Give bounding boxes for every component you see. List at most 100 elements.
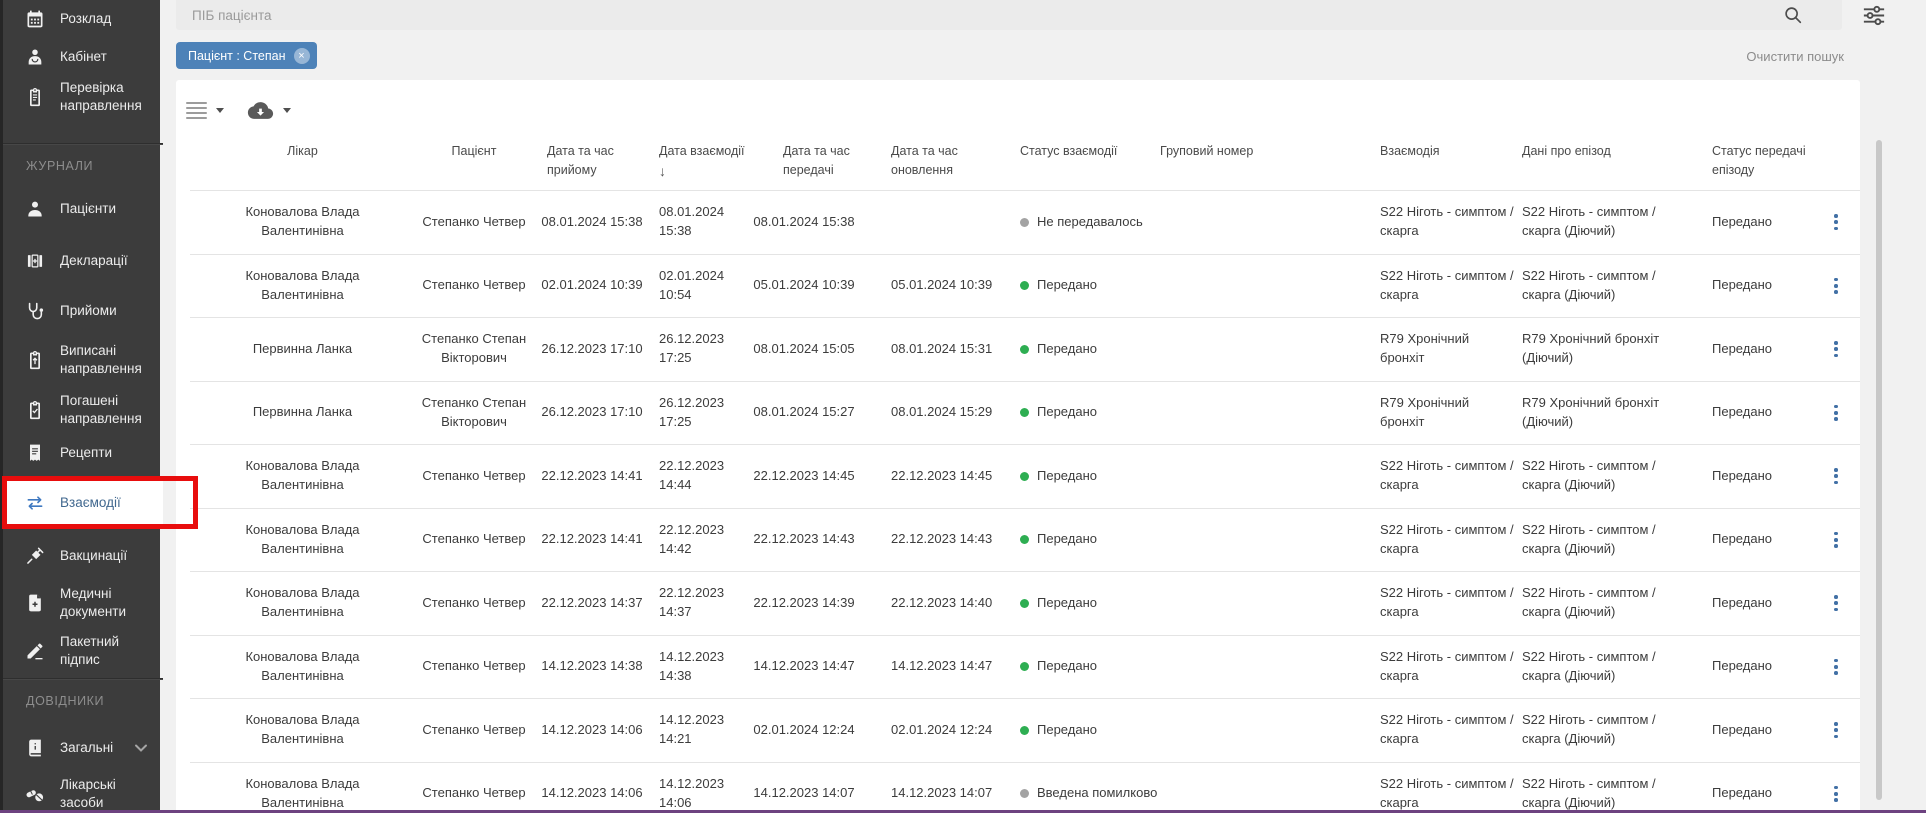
sidebar-item-referral-check[interactable]: Перевірка направлення <box>3 78 163 116</box>
sidebar-item-batch-signature[interactable]: Пакетний підпис <box>3 638 163 664</box>
cell-interaction: R79 Хронічний бронхіт <box>1380 394 1522 432</box>
column-header-episode-data[interactable]: Дані про епізод <box>1522 138 1712 183</box>
sidebar-item-declarations[interactable]: Декларації <box>3 248 163 274</box>
column-header-appointment-datetime[interactable]: Дата та час прийому <box>533 138 651 183</box>
row-menu-button[interactable] <box>1830 655 1842 679</box>
cell-interaction-status: Введена помилково <box>1010 784 1160 803</box>
column-header-episode-status[interactable]: Статус передачі епізоду <box>1712 138 1812 183</box>
cell-doctor: Первинна Ланка <box>190 340 415 359</box>
sidebar-item-appointments[interactable]: Прийоми <box>3 298 163 324</box>
sidebar-item-redeemed-referrals[interactable]: Погашені направлення <box>3 391 163 429</box>
sidebar-divider <box>3 678 163 679</box>
status-dot <box>1020 345 1029 354</box>
row-menu-button[interactable] <box>1830 337 1842 361</box>
sidebar-item-cabinet[interactable]: Кабінет <box>3 44 163 70</box>
column-header-update-datetime[interactable]: Дата та час оновлення <box>865 138 1010 183</box>
status-dot <box>1020 726 1029 735</box>
sidebar-item-issued-referrals[interactable]: Виписані направлення <box>3 341 163 379</box>
sidebar-item-schedule[interactable]: Розклад <box>3 6 163 32</box>
row-menu-button[interactable] <box>1830 718 1842 742</box>
sidebar-item-medicines[interactable]: Лікарські засоби <box>3 781 163 807</box>
table-row[interactable]: Коновалова Влада Валентинівна Степанко Ч… <box>190 508 1860 572</box>
status-label: Передано <box>1037 403 1097 422</box>
cell-transfer-datetime: 08.01.2024 15:27 <box>743 403 865 422</box>
sidebar-item-medical-documents[interactable]: Медичні документи <box>3 584 163 622</box>
column-header-interaction-status[interactable]: Статус взаємодії <box>1010 138 1160 183</box>
cell-update-datetime: 22.12.2023 14:40 <box>865 594 1010 613</box>
chip-close-icon[interactable]: × <box>294 48 310 64</box>
status-label: Передано <box>1037 340 1097 359</box>
row-menu-button[interactable] <box>1830 274 1842 298</box>
sidebar-item-interactions[interactable]: Взаємодії <box>3 480 163 526</box>
sidebar-item-label: Рецепти <box>60 444 156 462</box>
column-header-interaction-date[interactable]: Дата взаємодії ↓ <box>651 138 743 183</box>
cell-doctor: Коновалова Влада Валентинівна <box>190 457 415 495</box>
table-row[interactable]: Коновалова Влада Валентинівна Степанко Ч… <box>190 571 1860 635</box>
filter-chip-patient[interactable]: Пацієнт : Степан × <box>176 42 317 69</box>
cell-transfer-datetime: 14.12.2023 14:07 <box>743 784 865 803</box>
sidebar-divider <box>3 143 163 144</box>
cell-episode-data: S22 Ніготь - симптом / скарга (Діючий) <box>1522 267 1712 305</box>
search-input[interactable] <box>190 7 1782 24</box>
cell-episode-data: R79 Хронічний бронхіт (Діючий) <box>1522 394 1712 432</box>
row-menu-button[interactable] <box>1830 528 1842 552</box>
sort-descending-icon[interactable]: ↓ <box>659 163 666 179</box>
export-caret-icon[interactable] <box>283 108 291 113</box>
row-menu-button[interactable] <box>1830 401 1842 425</box>
filter-sliders-icon[interactable] <box>1860 2 1888 29</box>
column-header-transfer-datetime[interactable]: Дата та час передачі <box>743 138 865 183</box>
row-menu-button[interactable] <box>1830 210 1842 234</box>
clear-search-link[interactable]: Очистити пошук <box>1746 49 1844 64</box>
column-header-group-number[interactable]: Груповий номер <box>1160 138 1380 183</box>
row-density-icon[interactable] <box>186 102 207 120</box>
export-download-icon[interactable] <box>247 100 274 121</box>
cell-update-datetime: 05.01.2024 10:39 <box>865 276 1010 295</box>
chevron-down-icon[interactable] <box>131 738 151 758</box>
cell-episode-status: Передано <box>1712 657 1812 676</box>
table-row[interactable]: Коновалова Влада Валентинівна Степанко Ч… <box>190 635 1860 699</box>
column-header-doctor[interactable]: Лікар <box>190 138 415 183</box>
table-row[interactable]: Коновалова Влада Валентинівна Степанко Ч… <box>190 254 1860 318</box>
cell-interaction-status: Передано <box>1010 340 1160 359</box>
search-icon[interactable] <box>1782 4 1804 26</box>
status-dot <box>1020 535 1029 544</box>
cell-interaction: S22 Ніготь - симптом / скарга <box>1380 775 1522 813</box>
calendar-icon <box>25 9 45 29</box>
table-row[interactable]: Коновалова Влада Валентинівна Степанко Ч… <box>190 444 1860 508</box>
sidebar-item-general[interactable]: Загальні <box>3 735 163 761</box>
cell-episode-data: S22 Ніготь - симптом / скарга (Діючий) <box>1522 521 1712 559</box>
sidebar-item-patients[interactable]: Пацієнти <box>3 196 163 222</box>
sidebar-item-label: Лікарські засоби <box>60 776 156 811</box>
cell-interaction-status: Передано <box>1010 657 1160 676</box>
cell-interaction: S22 Ніготь - симптом / скарга <box>1380 203 1522 241</box>
row-menu-button[interactable] <box>1830 591 1842 615</box>
cell-interaction-status: Передано <box>1010 594 1160 613</box>
status-label: Передано <box>1037 657 1097 676</box>
table-row[interactable]: Коновалова Влада Валентинівна Степанко Ч… <box>190 190 1860 254</box>
table-row[interactable]: Первинна Ланка Степанко Степан Вікторови… <box>190 381 1860 445</box>
table-row[interactable]: Коновалова Влада Валентинівна Степанко Ч… <box>190 698 1860 762</box>
cell-episode-data: S22 Ніготь - симптом / скарга (Діючий) <box>1522 584 1712 622</box>
cell-interaction-date: 08.01.2024 15:38 <box>651 203 743 241</box>
cell-doctor: Коновалова Влада Валентинівна <box>190 648 415 686</box>
cell-episode-status: Передано <box>1712 213 1812 232</box>
status-dot <box>1020 599 1029 608</box>
table-row[interactable]: Коновалова Влада Валентинівна Степанко Ч… <box>190 762 1860 813</box>
sidebar-item-vaccinations[interactable]: Вакцинації <box>3 543 163 569</box>
column-header-patient[interactable]: Пацієнт <box>415 138 533 183</box>
column-header-interaction[interactable]: Взаємодія <box>1380 138 1522 183</box>
signature-pen-icon <box>25 641 45 661</box>
cell-episode-data: R79 Хронічний бронхіт (Діючий) <box>1522 330 1712 368</box>
row-menu-button[interactable] <box>1830 464 1842 488</box>
cell-update-datetime: 14.12.2023 14:07 <box>865 784 1010 803</box>
table-row[interactable]: Первинна Ланка Степанко Степан Вікторови… <box>190 317 1860 381</box>
table-body: Коновалова Влада Валентинівна Степанко Ч… <box>190 190 1860 813</box>
arrows-exchange-icon <box>25 493 45 513</box>
cell-transfer-datetime: 22.12.2023 14:45 <box>743 467 865 486</box>
sidebar-item-prescriptions[interactable]: Рецепти <box>3 440 163 466</box>
sidebar-item-label: Перевірка направлення <box>60 79 156 114</box>
vertical-scrollbar[interactable] <box>1876 140 1882 800</box>
row-menu-button[interactable] <box>1830 782 1842 806</box>
density-caret-icon[interactable] <box>216 108 224 113</box>
sidebar-item-label: Погашені направлення <box>60 392 156 427</box>
